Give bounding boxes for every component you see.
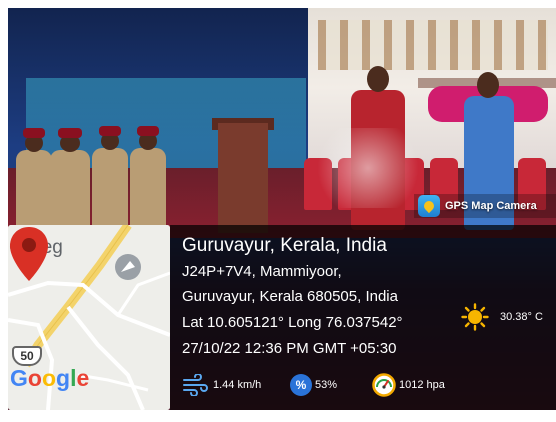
temperature: 30.38° C: [500, 311, 543, 323]
cadet-figure: [50, 150, 90, 230]
banner-photo-strip: [318, 20, 548, 70]
cadet-cap: [23, 128, 45, 138]
cadet-cap: [58, 128, 82, 138]
cadet-figure: [130, 148, 166, 230]
humidity-icon: %: [290, 374, 312, 396]
google-logo-letter: G: [10, 365, 28, 391]
wind-metric: 1.44 km/h: [182, 372, 261, 398]
camera-label-text: GPS Map Camera: [445, 200, 537, 212]
sun-icon: [461, 303, 489, 331]
pressure-value: 1012 hpa: [399, 379, 445, 391]
speaker-head: [477, 72, 499, 98]
highway-shield: 50: [12, 346, 42, 366]
pressure-gauge-icon: [372, 373, 396, 397]
cadet-cap: [137, 126, 159, 136]
address-line-1: J24P+7V4, Mammiyoor,: [182, 263, 342, 280]
weather-metrics: 1.44 km/h % 53% 1012 hpa: [182, 372, 552, 398]
location-pin-icon: [421, 198, 437, 214]
datetime-stamp: 27/10/22 12:36 PM GMT +05:30: [182, 340, 397, 357]
cadet-cap: [99, 126, 121, 136]
coordinates: Lat 10.605121° Long 76.037542°: [182, 314, 403, 331]
map-pin-icon: [10, 227, 48, 281]
cadet-figure: [92, 148, 128, 230]
google-logo: Google: [10, 365, 89, 392]
humidity-metric: % 53%: [290, 372, 337, 398]
pressure-metric: 1012 hpa: [372, 372, 445, 398]
map-thumbnail[interactable]: Colleg 50 Google: [8, 225, 170, 410]
google-logo-letter: e: [76, 365, 90, 391]
gps-map-camera-label: GPS Map Camera: [414, 194, 556, 218]
location-info-panel: Guruvayur, Kerala, India J24P+7V4, Mammi…: [170, 225, 556, 410]
location-title: Guruvayur, Kerala, India: [182, 235, 387, 256]
google-logo-letter: g: [56, 365, 71, 391]
light-glare: [308, 128, 428, 208]
humidity-value: 53%: [315, 379, 338, 391]
gps-map-camera-app-icon: [418, 195, 440, 217]
cadet-figure: [16, 150, 52, 230]
wind-speed: 1.44 km/h: [213, 379, 262, 391]
wind-icon: [183, 374, 208, 396]
google-logo-letter: o: [27, 365, 42, 391]
address-line-2: Guruvayur, Kerala 680505, India: [182, 288, 398, 305]
google-logo-letter: o: [41, 365, 57, 391]
speaker-head: [367, 66, 389, 92]
podium: [218, 123, 268, 233]
